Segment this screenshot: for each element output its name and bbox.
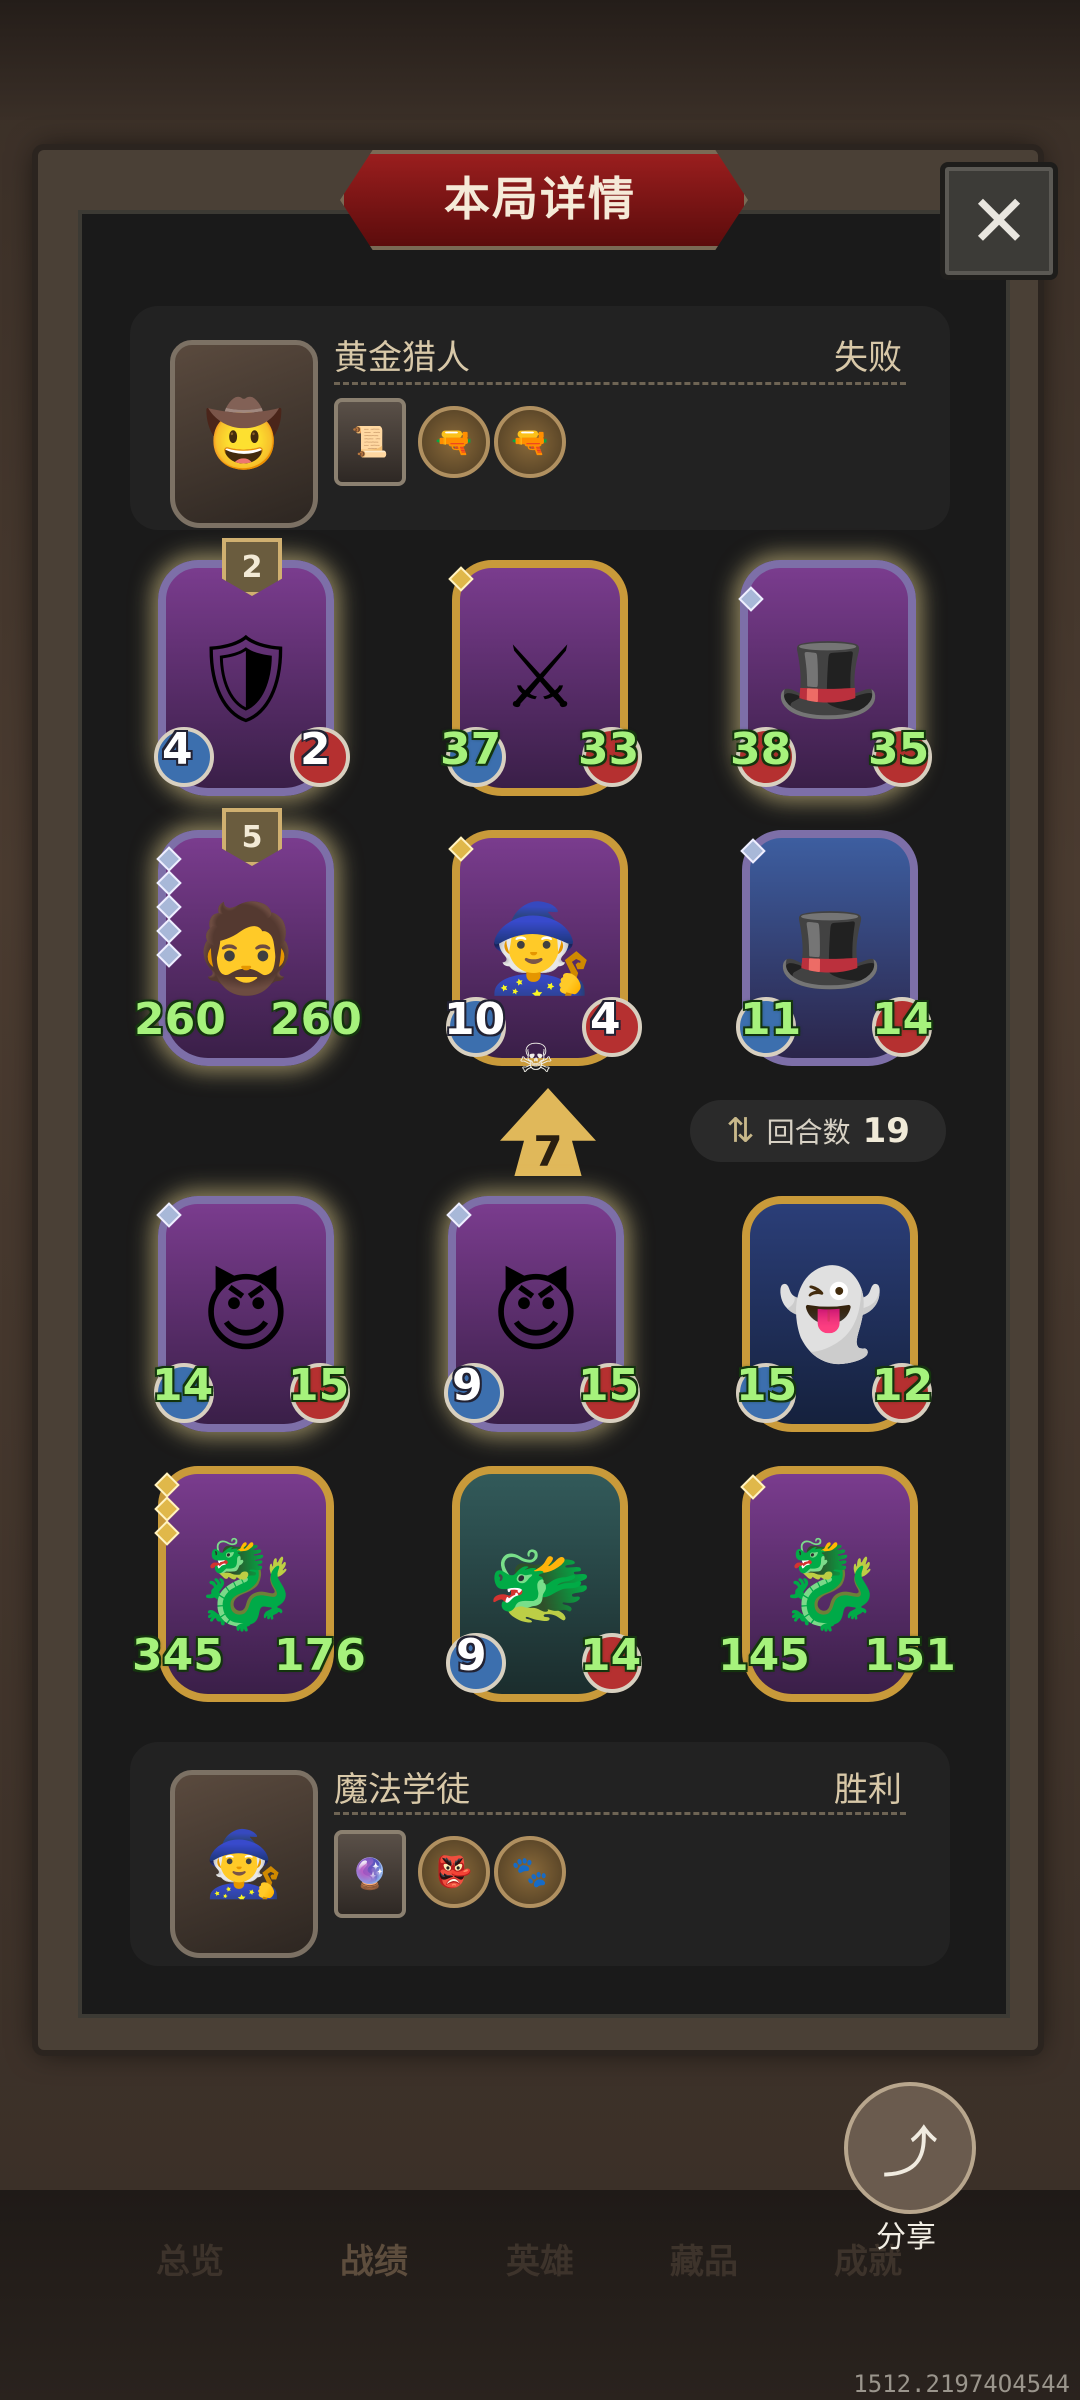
eastern-dragon-icon: 🐉 <box>776 1534 884 1635</box>
close-icon: ✕ <box>968 179 1030 263</box>
opponent-result: 失败 <box>834 338 902 378</box>
card-attack: 11 <box>740 994 802 1045</box>
shield-knight-icon: 🛡 <box>191 628 301 729</box>
cowboy-hero-icon: 🤠 <box>204 397 284 472</box>
card-attack: 260 <box>134 994 226 1045</box>
card-health: 15 <box>288 1360 350 1411</box>
wizard-hero-icon: 🧙 <box>204 1827 284 1902</box>
player-item-familiar[interactable]: 🐾 <box>494 1836 566 1908</box>
card-health: 12 <box>872 1360 934 1411</box>
card-attack: 345 <box>132 1630 224 1681</box>
opponent-item-rifle-1[interactable]: 🔫 <box>418 406 490 478</box>
player-item-crystal-orb[interactable]: 🔮 <box>334 1830 406 1918</box>
card-health: 14 <box>580 1630 642 1681</box>
player-item-mask[interactable]: 👺 <box>418 1836 490 1908</box>
card-health: 151 <box>864 1630 956 1681</box>
nav-overview[interactable]: 总览 <box>110 2234 270 2283</box>
top-bar <box>0 0 1080 120</box>
close-button[interactable]: ✕ <box>940 162 1058 280</box>
wanted-poster-icon: 📜 <box>351 424 389 460</box>
opponent-hero-portrait[interactable]: 🤠 <box>170 340 318 528</box>
card-attack: 4 <box>162 724 193 775</box>
card-health: 15 <box>578 1360 640 1411</box>
share-button[interactable]: ⤴ <box>844 2082 976 2214</box>
card-health: 35 <box>868 724 930 775</box>
round-value: 19 <box>862 1111 910 1151</box>
rifle-icon: 🔫 <box>435 424 473 460</box>
dragon-icon: 🐉 <box>192 1534 300 1635</box>
card-attack: 15 <box>736 1360 798 1411</box>
swap-icon: ⇅ <box>726 1111 755 1151</box>
nav-records[interactable]: 战绩 <box>294 2234 454 2283</box>
demon-elf-icon: 😈 <box>491 1264 581 1364</box>
armored-knight-icon: ⚔ <box>501 628 579 728</box>
gunslinger-icon: 🎩 <box>774 628 882 729</box>
card-health: 4 <box>590 994 621 1045</box>
gunslinger-icon: 🎩 <box>776 898 884 999</box>
mask-icon: 👺 <box>435 1854 473 1890</box>
card-attack: 9 <box>452 1360 483 1411</box>
player-name: 魔法学徒 <box>334 1770 470 1810</box>
card-attack: 37 <box>440 724 502 775</box>
round-counter: ⇅ 回合数 19 <box>690 1100 946 1162</box>
card-health: 33 <box>578 724 640 775</box>
card-attack: 9 <box>456 1630 487 1681</box>
nav-collection[interactable]: 藏品 <box>624 2234 784 2283</box>
round-label: 回合数 <box>766 1116 851 1149</box>
nav-heroes[interactable]: 英雄 <box>460 2234 620 2283</box>
rifle-icon: 🔫 <box>511 424 549 460</box>
crystal-ball-icon: 🔮 <box>351 1856 389 1892</box>
card-health: 176 <box>274 1630 366 1681</box>
page-title: 本局详情 <box>444 172 636 226</box>
opponent-item-wanted-poster[interactable]: 📜 <box>334 398 406 486</box>
card-attack: 14 <box>152 1360 214 1411</box>
witch-icon: 🧙 <box>486 898 594 999</box>
card-health: 2 <box>300 724 331 775</box>
card-attack: 10 <box>444 994 506 1045</box>
player-hero-portrait[interactable]: 🧙 <box>170 1770 318 1958</box>
coords-readout: 1512.21974O4544 <box>853 2370 1070 2398</box>
share-icon: ⤴ <box>882 2120 938 2186</box>
card-health: 14 <box>872 994 934 1045</box>
opponent-item-rifle-2[interactable]: 🔫 <box>494 406 566 478</box>
card-health: 260 <box>270 994 362 1045</box>
card-attack: 145 <box>718 1630 810 1681</box>
opponent-divider <box>334 382 906 385</box>
demon-elf-icon: 😈 <box>201 1264 291 1364</box>
player-result: 胜利 <box>834 1770 902 1810</box>
attack-indicator-value: 7 <box>533 1127 563 1176</box>
familiar-icon: 🐾 <box>511 1854 549 1890</box>
bandit-icon: 🧔 <box>192 898 300 999</box>
card-attack: 38 <box>730 724 792 775</box>
spirit-beast-icon: 👻 <box>776 1264 884 1365</box>
share-label: 分享 <box>876 2220 936 2255</box>
player-divider-line <box>334 1812 906 1815</box>
skull-icon: ☠ <box>518 1036 554 1082</box>
opponent-name: 黄金猎人 <box>334 338 470 378</box>
beast-icon: 🐲 <box>486 1534 594 1635</box>
